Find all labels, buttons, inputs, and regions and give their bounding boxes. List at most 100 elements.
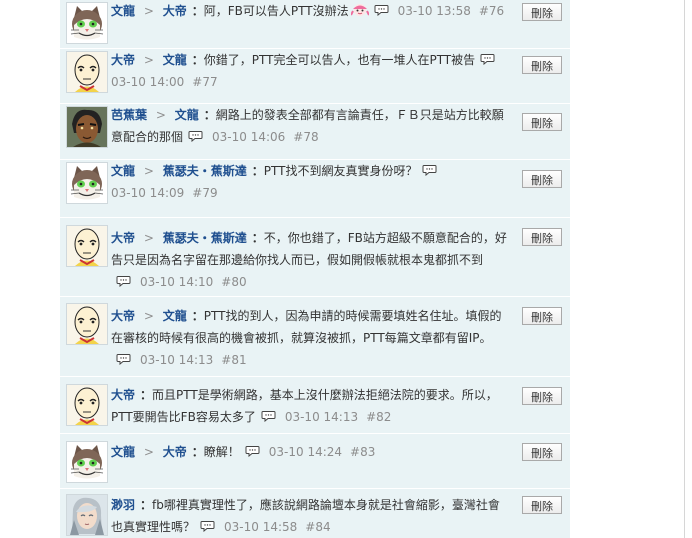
comment-text-line: 芭蕉葉 > 文龍 ：網路上的發表全部都有言論責任，ＦＢ只是站方比較願意配合的那個 … [111, 104, 511, 148]
comment-number: #79 [192, 186, 218, 200]
comment-colon: ： [251, 231, 264, 245]
comment-body: 阿，FB可以告人PTT沒辦法 [203, 4, 349, 18]
comment-text-line: 文龍 > 蕉瑟夫・蕉斯達 ：PTT找不到網友真實身份呀？ 03-10 14:09 #… [111, 160, 511, 204]
comment-time: 03-10 14:13 [140, 353, 214, 367]
comment-colon: ： [203, 108, 216, 122]
reply-arrow: > [143, 53, 154, 67]
bald-hero-avatar-icon[interactable] [66, 225, 108, 267]
reply-bubble-icon[interactable] [188, 130, 203, 142]
comment-item: 文龍 > 蕉瑟夫・蕉斯達 ：PTT找不到網友真實身份呀？ 03-10 14:09 #… [60, 160, 570, 218]
comment-page: 文龍 > 大帝 ：阿，FB可以告人PTT沒辦法 03-10 13:58 #76 … [0, 0, 692, 538]
reply-arrow: > [155, 108, 166, 122]
delete-button[interactable]: 刪除 [522, 228, 562, 246]
reply-bubble-icon[interactable] [374, 4, 389, 16]
reply-arrow: > [143, 4, 154, 18]
comment-time: 03-10 14:10 [140, 275, 214, 289]
reply-target[interactable]: 蕉瑟夫・蕉斯達 [163, 231, 247, 245]
comment-number: #76 [478, 4, 505, 18]
comment-item: 文龍 > 大帝 ：瞭解！ 03-10 14:24 #83 刪除 [60, 434, 570, 489]
delete-button[interactable]: 刪除 [522, 170, 562, 188]
reply-target[interactable]: 文龍 [175, 108, 199, 122]
comment-number: #83 [350, 445, 376, 459]
page-divider [684, 0, 685, 538]
comment-body: PTT找不到網友真實身份呀？ [263, 164, 418, 178]
comment-number: #78 [293, 130, 319, 144]
delete-button[interactable]: 刪除 [522, 3, 562, 21]
delete-button[interactable]: 刪除 [522, 113, 562, 131]
comment-body: 瞭解！ [203, 445, 240, 459]
comment-item: 大帝 > 蕉瑟夫・蕉斯達 ：不，你也錯了，FB站方超級不願意配合的，好告只是因為名… [60, 218, 570, 297]
comment-colon: ： [191, 445, 204, 459]
delete-button[interactable]: 刪除 [522, 443, 562, 461]
comment-item: 渺羽 ：fb哪裡真實理性了，應該說網路論壇本身就是社會縮影，臺灣社會也真實理性嗎？… [60, 489, 570, 538]
reply-arrow: > [143, 164, 154, 178]
comment-time: 03-10 14:24 [268, 445, 343, 459]
comment-colon: ： [140, 388, 153, 402]
reply-bubble-icon[interactable] [422, 164, 437, 176]
comment-text-line: 大帝 > 蕉瑟夫・蕉斯達 ：不，你也錯了，FB站方超級不願意配合的，好告只是因為名… [111, 227, 511, 293]
comment-text-line: 大帝 > 文龍 ：PTT找的到人，因為申請的時候需要填姓名住址。填假的在審核的時候… [111, 305, 511, 371]
comment-author[interactable]: 文龍 [111, 164, 135, 178]
reply-target[interactable]: 文龍 [163, 309, 187, 323]
comment-colon: ： [191, 53, 204, 67]
reply-target[interactable]: 大帝 [163, 4, 187, 18]
comment-text-line: 大帝 ：而且PTT是學術網路，基本上沒什麼辦法拒絕法院的要求。所以，PTT要開告比… [111, 384, 511, 428]
comment-author[interactable]: 大帝 [111, 53, 135, 67]
comment-author[interactable]: 大帝 [111, 231, 135, 245]
delete-button[interactable]: 刪除 [522, 387, 562, 405]
comment-author[interactable]: 文龍 [111, 4, 135, 18]
comment-colon: ： [191, 4, 204, 18]
reply-bubble-icon[interactable] [480, 53, 495, 65]
comment-text-line: 文龍 > 大帝 ：瞭解！ 03-10 14:24 #83 [111, 441, 511, 463]
comment-time: 03-10 13:58 [397, 4, 471, 18]
cat-avatar-icon[interactable] [66, 162, 108, 204]
pink-character-emoji-icon [350, 2, 369, 18]
delete-button[interactable]: 刪除 [522, 496, 562, 514]
comment-number: #80 [221, 275, 247, 289]
bald-hero-avatar-icon[interactable] [66, 303, 108, 345]
comment-author[interactable]: 渺羽 [111, 498, 135, 512]
reply-bubble-icon[interactable] [245, 445, 260, 457]
reply-bubble-icon[interactable] [261, 410, 276, 422]
reply-arrow: > [143, 231, 154, 245]
comment-author[interactable]: 文龍 [111, 445, 135, 459]
comment-number: #77 [192, 75, 218, 89]
comment-author[interactable]: 芭蕉葉 [111, 108, 147, 122]
comment-text-line: 文龍 > 大帝 ：阿，FB可以告人PTT沒辦法 03-10 13:58 #76 [111, 0, 511, 22]
comment-time: 03-10 14:06 [212, 130, 286, 144]
reply-arrow: > [143, 445, 154, 459]
comment-colon: ： [251, 164, 264, 178]
comment-colon: ： [140, 498, 153, 512]
reply-target[interactable]: 大帝 [163, 445, 187, 459]
reply-bubble-icon[interactable] [116, 353, 131, 365]
reply-bubble-icon[interactable] [200, 520, 215, 532]
comment-author[interactable]: 大帝 [111, 388, 135, 402]
cat-avatar-icon[interactable] [66, 2, 108, 44]
reply-arrow: > [143, 309, 154, 323]
bald-hero-avatar-icon[interactable] [66, 384, 108, 426]
comment-item: 大帝 > 文龍 ：你錯了，PTT完全可以告人，也有一堆人在PTT被告 03-10 … [60, 49, 570, 104]
comment-item: 大帝 ：而且PTT是學術網路，基本上沒什麼辦法拒絕法院的要求。所以，PTT要開告比… [60, 377, 570, 434]
comment-number: #84 [305, 520, 331, 534]
cat-avatar-icon[interactable] [66, 441, 108, 483]
reply-bubble-icon[interactable] [116, 275, 131, 287]
comment-body: 你錯了，PTT完全可以告人，也有一堆人在PTT被告 [203, 53, 476, 67]
comment-item: 芭蕉葉 > 文龍 ：網路上的發表全部都有言論責任，ＦＢ只是站方比較願意配合的那個 … [60, 104, 570, 160]
dark-man-avatar-icon[interactable] [66, 106, 108, 148]
reply-target[interactable]: 文龍 [163, 53, 187, 67]
comment-text-line: 渺羽 ：fb哪裡真實理性了，應該說網路論壇本身就是社會縮影，臺灣社會也真實理性嗎？… [111, 494, 511, 538]
bald-hero-avatar-icon[interactable] [66, 51, 108, 93]
silver-hair-avatar-icon[interactable] [66, 494, 108, 536]
comment-item: 大帝 > 文龍 ：PTT找的到人，因為申請的時候需要填姓名住址。填假的在審核的時候… [60, 297, 570, 377]
delete-button[interactable]: 刪除 [522, 56, 562, 74]
comment-number: #82 [366, 410, 392, 424]
comment-author[interactable]: 大帝 [111, 309, 135, 323]
comment-text-line: 大帝 > 文龍 ：你錯了，PTT完全可以告人，也有一堆人在PTT被告 03-10 … [111, 49, 511, 93]
reply-target[interactable]: 蕉瑟夫・蕉斯達 [163, 164, 247, 178]
comment-time: 03-10 14:09 [111, 186, 185, 200]
delete-button[interactable]: 刪除 [522, 307, 562, 325]
comment-number: #81 [221, 353, 247, 367]
comment-time: 03-10 14:00 [111, 75, 185, 89]
comment-item: 文龍 > 大帝 ：阿，FB可以告人PTT沒辦法 03-10 13:58 #76 … [60, 0, 570, 49]
comment-time: 03-10 14:13 [284, 410, 359, 424]
